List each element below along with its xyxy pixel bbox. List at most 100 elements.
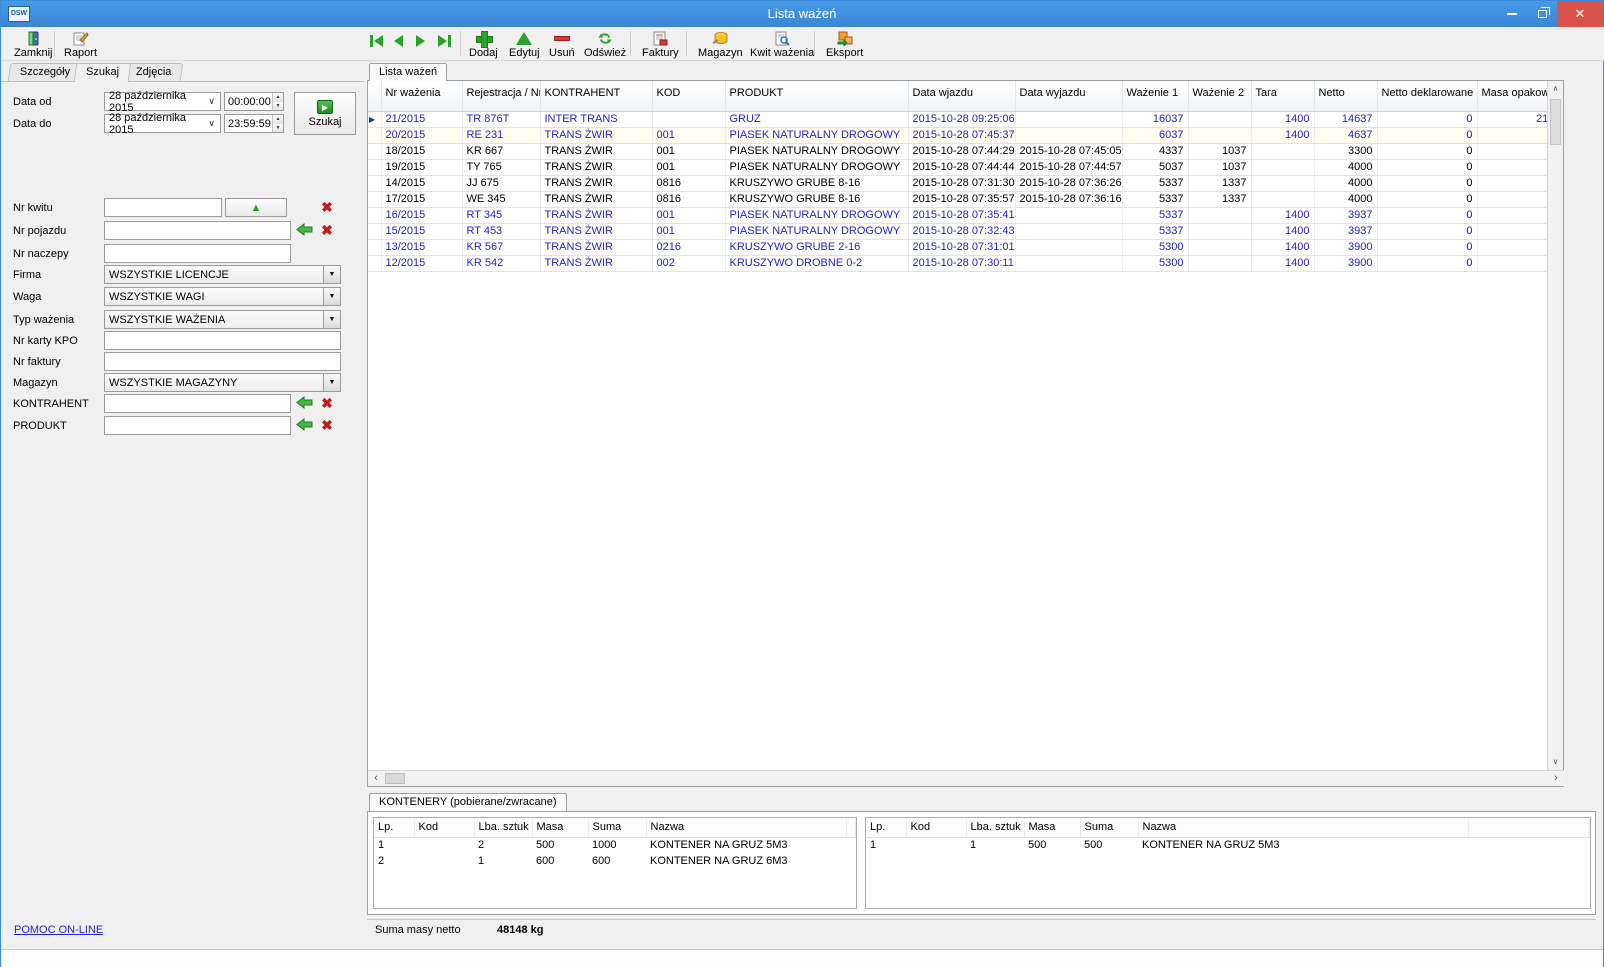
column-header[interactable] [368, 81, 381, 111]
firma-select[interactable]: WSZYSTKIE LICENCJE ▼ [104, 265, 341, 284]
waga-select[interactable]: WSZYSTKIE WAGI ▼ [104, 287, 341, 306]
kontrahent-input[interactable] [104, 394, 291, 413]
restore-button[interactable] [1527, 1, 1557, 27]
scrollbar-thumb[interactable] [385, 773, 405, 784]
column-header[interactable]: Masa [1024, 818, 1080, 837]
clear-produkt-icon[interactable]: ✖ [319, 417, 335, 433]
clear-nr-kwitu-icon[interactable]: ✖ [319, 199, 335, 215]
column-header[interactable]: Kod [414, 818, 474, 837]
delete-button[interactable]: Usuń [545, 29, 579, 59]
nr-karty-kpo-input[interactable] [104, 331, 341, 350]
table-row[interactable]: 21600600KONTENER NA GRUZ 6M3 [374, 853, 856, 869]
time-from-spinner[interactable]: 00:00:00 ▲▼ [224, 92, 284, 111]
magazyn-select[interactable]: WSZYSTKIE MAGAZYNY ▼ [104, 373, 341, 392]
table-row[interactable]: 14/2015JJ 675TRANS ŻWIR0816KRUSZYWO GRUB… [368, 175, 1548, 191]
clear-kontrahent-icon[interactable]: ✖ [319, 395, 335, 411]
pick-vehicle-icon[interactable] [296, 223, 313, 236]
invoices-button[interactable]: Faktury [638, 29, 683, 59]
pick-contractor-icon[interactable] [296, 396, 313, 409]
table-row[interactable]: 13/2015KR 567TRANS ŻWIR0216KRUSZYWO GRUB… [368, 239, 1548, 255]
warehouse-button[interactable]: Magazyn [694, 29, 747, 59]
table-row[interactable]: 11500500KONTENER NA GRUZ 5M3 [866, 837, 1590, 853]
column-header[interactable]: Netto deklarowane [1377, 81, 1477, 111]
table-row[interactable]: 16/2015RT 345TRANS ŻWIR001PIASEK NATURAL… [368, 207, 1548, 223]
table-row[interactable]: 12/2015KR 542TRANS ŻWIR002KRUSZYWO DROBN… [368, 255, 1548, 271]
nr-naczepy-input[interactable] [104, 244, 291, 263]
date-to-select[interactable]: 28 października 2015 ∨ [104, 114, 221, 133]
column-header[interactable]: Ważenie 1 [1122, 81, 1188, 111]
nav-next-button[interactable] [416, 35, 425, 47]
column-header[interactable]: Data wjazdu [908, 81, 1015, 111]
clear-nr-pojazdu-icon[interactable]: ✖ [319, 222, 335, 238]
nr-faktury-input[interactable] [104, 352, 341, 371]
search-button[interactable]: ▶ Szukaj [294, 92, 356, 135]
table-row[interactable]: 18/2015KR 667TRANS ŻWIR001PIASEK NATURAL… [368, 143, 1548, 159]
scroll-down-icon[interactable]: ∨ [1548, 754, 1563, 770]
column-header[interactable]: Lba. sztuk [966, 818, 1024, 837]
nav-first-button[interactable] [370, 35, 383, 47]
table-row[interactable]: 15/2015RT 453TRANS ŻWIR001PIASEK NATURAL… [368, 223, 1548, 239]
dropdown-icon[interactable]: ▼ [323, 266, 340, 283]
column-header[interactable]: Data wyjazdu [1015, 81, 1122, 111]
scroll-right-icon[interactable]: › [1548, 771, 1564, 786]
weighing-receipt-button[interactable]: Kwit ważenia [746, 29, 818, 59]
edit-button[interactable]: Edytuj [505, 29, 544, 59]
scrollbar-thumb[interactable] [1550, 99, 1561, 145]
add-button[interactable]: Dodaj [465, 29, 502, 59]
column-header[interactable]: Rejestracja / Nr [462, 81, 540, 111]
report-button[interactable]: Raport [60, 29, 101, 59]
column-header[interactable]: Kod [906, 818, 966, 837]
column-header[interactable]: Tara [1251, 81, 1314, 111]
online-help-link[interactable]: POMOC ON-LINE [14, 924, 103, 936]
column-header[interactable]: KONTRAHENT [540, 81, 652, 111]
tab-szczegoly[interactable]: Szczegóły [8, 63, 83, 81]
tab-lista-wazen[interactable]: Lista ważeń [369, 63, 447, 81]
dropdown-icon[interactable]: ▼ [323, 288, 340, 305]
nr-kwitu-input[interactable] [104, 198, 222, 217]
produkt-input[interactable] [104, 416, 291, 435]
tab-szukaj[interactable]: Szukaj [74, 63, 132, 82]
column-header[interactable]: Masa [532, 818, 588, 837]
column-header[interactable]: Lp. [374, 818, 414, 837]
column-header[interactable]: Masa opakowań [1477, 81, 1548, 111]
nav-last-button[interactable] [438, 35, 451, 47]
table-row[interactable]: 19/2015TY 765TRANS ŻWIR001PIASEK NATURAL… [368, 159, 1548, 175]
column-header[interactable]: Suma [1080, 818, 1138, 837]
nr-pojazdu-input[interactable] [104, 221, 291, 240]
table-row[interactable]: ▶21/2015TR 876TINTER TRANSGRUZ2015-10-28… [368, 111, 1548, 127]
pick-product-icon[interactable] [296, 418, 313, 431]
column-header[interactable]: Nr ważenia [381, 81, 462, 111]
dropdown-icon[interactable]: ▼ [323, 311, 340, 328]
close-button[interactable]: ✕ [1557, 1, 1603, 27]
table-row[interactable]: 17/2015WE 345TRANS ŻWIR0816KRUSZYWO GRUB… [368, 191, 1548, 207]
scroll-up-icon[interactable]: ∧ [1548, 81, 1563, 97]
typ-wazenia-select[interactable]: WSZYSTKIE WAŻENIA ▼ [104, 310, 341, 329]
spinner-icon[interactable]: ▲▼ [272, 93, 283, 110]
nav-prev-button[interactable] [394, 35, 403, 47]
column-header[interactable]: Netto [1314, 81, 1377, 111]
table-row[interactable]: 20/2015RE 231TRANS ŻWIR001PIASEK NATURAL… [368, 127, 1548, 143]
spinner-icon[interactable]: ▲▼ [272, 115, 283, 132]
export-button[interactable]: Eksport [822, 29, 867, 59]
column-header[interactable] [846, 818, 856, 837]
dropdown-icon[interactable]: ▼ [323, 374, 340, 391]
tab-kontenery[interactable]: KONTENERY (pobierane/zwracane) [369, 793, 567, 811]
nr-kwitu-go-button[interactable]: ▲ [225, 198, 287, 217]
column-header[interactable]: Lba. sztuk [474, 818, 532, 837]
time-to-spinner[interactable]: 23:59:59 ▲▼ [224, 114, 284, 133]
vertical-scrollbar[interactable]: ∧ ∨ [1547, 81, 1563, 770]
column-header[interactable]: Nazwa [1138, 818, 1468, 837]
horizontal-scrollbar[interactable]: ‹ › [368, 770, 1564, 786]
column-header[interactable]: PRODUKT [725, 81, 908, 111]
date-from-select[interactable]: 28 października 2015 ∨ [104, 92, 221, 111]
table-row[interactable]: 125001000KONTENER NA GRUZ 5M3 [374, 837, 856, 853]
column-header[interactable]: Lp. [866, 818, 906, 837]
minimize-button[interactable] [1497, 1, 1527, 27]
column-header[interactable]: Suma [588, 818, 646, 837]
column-header[interactable] [1468, 818, 1590, 837]
column-header[interactable]: Ważenie 2 [1188, 81, 1251, 111]
close-window-button[interactable]: Zamknij [10, 29, 57, 59]
tab-zdjecia[interactable]: Zdjęcia [124, 63, 184, 81]
column-header[interactable]: KOD [652, 81, 725, 111]
column-header[interactable]: Nazwa [646, 818, 846, 837]
